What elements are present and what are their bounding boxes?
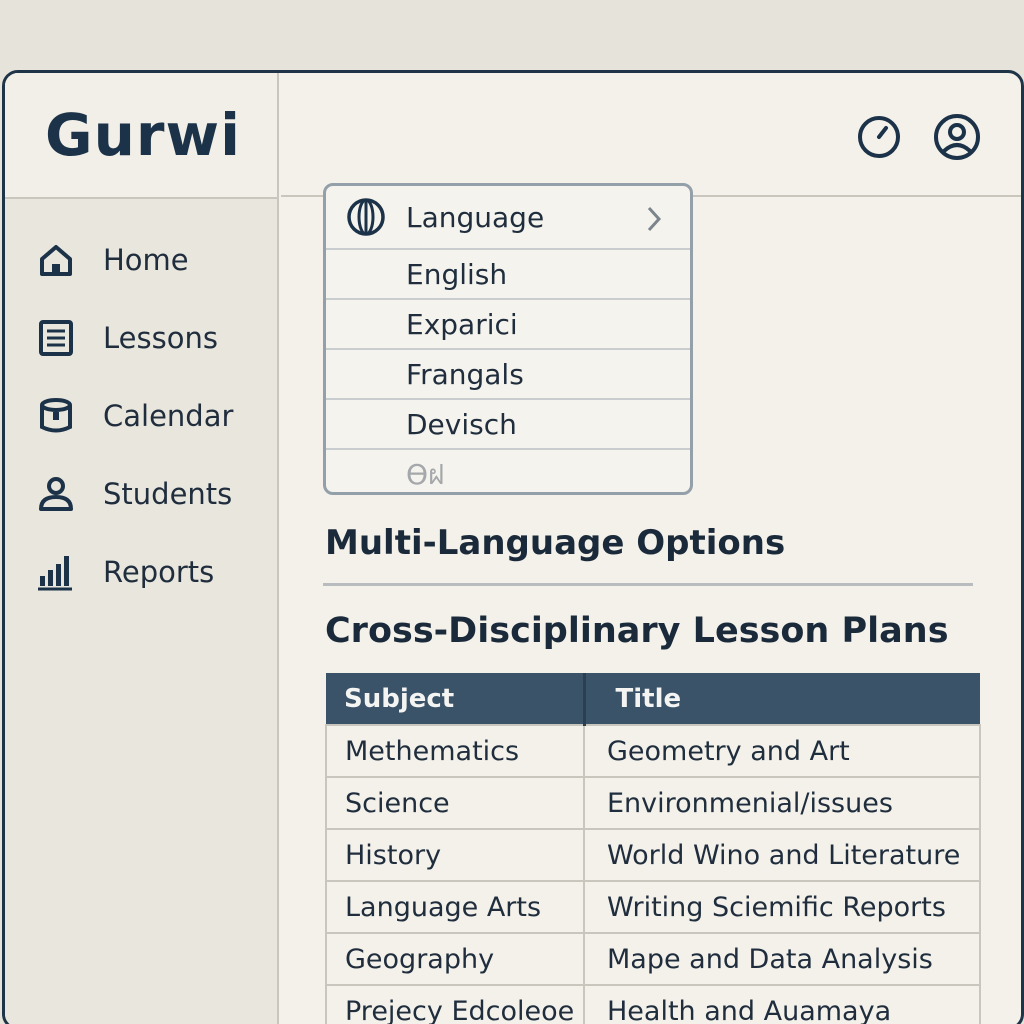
table-row[interactable]: Methematics Geometry and Art	[325, 724, 981, 778]
bar-chart-icon	[35, 551, 77, 593]
main-content: Language English Exparici Frangals Devis…	[281, 73, 1021, 1024]
cell-title: Writing Sciemific Reports	[583, 880, 981, 934]
cell-subject: History	[325, 828, 585, 882]
globe-icon	[346, 196, 388, 238]
section-title-lesson-plans: Cross-Disciplinary Lesson Plans	[325, 611, 949, 651]
language-option-frangals[interactable]: Frangals	[326, 350, 690, 400]
brand-logo-text: Gurwi	[45, 101, 241, 169]
section-divider	[323, 583, 973, 586]
table-row[interactable]: History World Wino and Literature	[325, 828, 981, 882]
column-header-title[interactable]: Title	[584, 673, 980, 725]
home-icon	[35, 239, 77, 281]
sidebar-item-label: Calendar	[103, 399, 234, 433]
sidebar-item-calendar[interactable]: Calendar	[5, 377, 277, 455]
table-header-row: Subject Title	[326, 673, 980, 725]
cell-subject: Methematics	[325, 724, 585, 778]
cell-title: World Wino and Literature	[583, 828, 981, 882]
account-icon[interactable]	[933, 113, 981, 161]
cell-subject: Geography	[325, 932, 585, 986]
cell-subject: Language Arts	[325, 880, 585, 934]
calendar-icon	[35, 395, 77, 437]
language-menu-title: Language	[406, 200, 545, 234]
sidebar-item-reports[interactable]: Reports	[5, 533, 277, 611]
language-option-more[interactable]: Ѳฝ	[326, 450, 690, 492]
language-dropdown: Language English Exparici Frangals Devis…	[323, 183, 693, 495]
table-row[interactable]: Prejecy Edcoleoe Health and Auamaya	[325, 984, 981, 1024]
sidebar-item-home[interactable]: Home	[5, 221, 277, 299]
app-window: Gurwi Home Lessons Calendar Students Rep…	[2, 70, 1024, 1024]
cell-subject: Prejecy Edcoleoe	[325, 984, 585, 1024]
clock-icon[interactable]	[855, 113, 903, 161]
sidebar-item-label: Reports	[103, 555, 215, 589]
cell-subject: Science	[325, 776, 585, 830]
sidebar-item-label: Home	[103, 243, 189, 277]
table-row[interactable]: Geography Mape and Data Analysis	[325, 932, 981, 986]
language-menu-header[interactable]: Language	[326, 186, 690, 250]
language-option-devisch[interactable]: Devisch	[326, 400, 690, 450]
table-row[interactable]: Language Arts Writing Sciemific Reports	[325, 880, 981, 934]
user-icon	[35, 473, 77, 515]
table-row[interactable]: Science Environmenial/issues	[325, 776, 981, 830]
cell-title: Mape and Data Analysis	[583, 932, 981, 986]
topbar	[281, 73, 1021, 197]
section-title-multi-language: Multi-Language Options	[325, 523, 786, 563]
chevron-right-icon	[644, 204, 664, 234]
column-header-subject[interactable]: Subject	[326, 673, 586, 725]
sidebar-nav: Home Lessons Calendar Students Reports	[5, 199, 277, 611]
brand: Gurwi	[5, 73, 277, 199]
sidebar: Gurwi Home Lessons Calendar Students Rep…	[5, 73, 279, 1024]
language-option-english[interactable]: English	[326, 250, 690, 300]
sidebar-item-lessons[interactable]: Lessons	[5, 299, 277, 377]
cell-title: Health and Auamaya	[583, 984, 981, 1024]
cell-title: Geometry and Art	[583, 724, 981, 778]
cell-title: Environmenial/issues	[583, 776, 981, 830]
sidebar-item-label: Lessons	[103, 321, 218, 355]
lesson-plans-table: Subject Title Methematics Geometry and A…	[325, 673, 981, 1024]
sidebar-item-label: Students	[103, 477, 233, 511]
sidebar-item-students[interactable]: Students	[5, 455, 277, 533]
language-option-exparici[interactable]: Exparici	[326, 300, 690, 350]
document-icon	[35, 317, 77, 359]
